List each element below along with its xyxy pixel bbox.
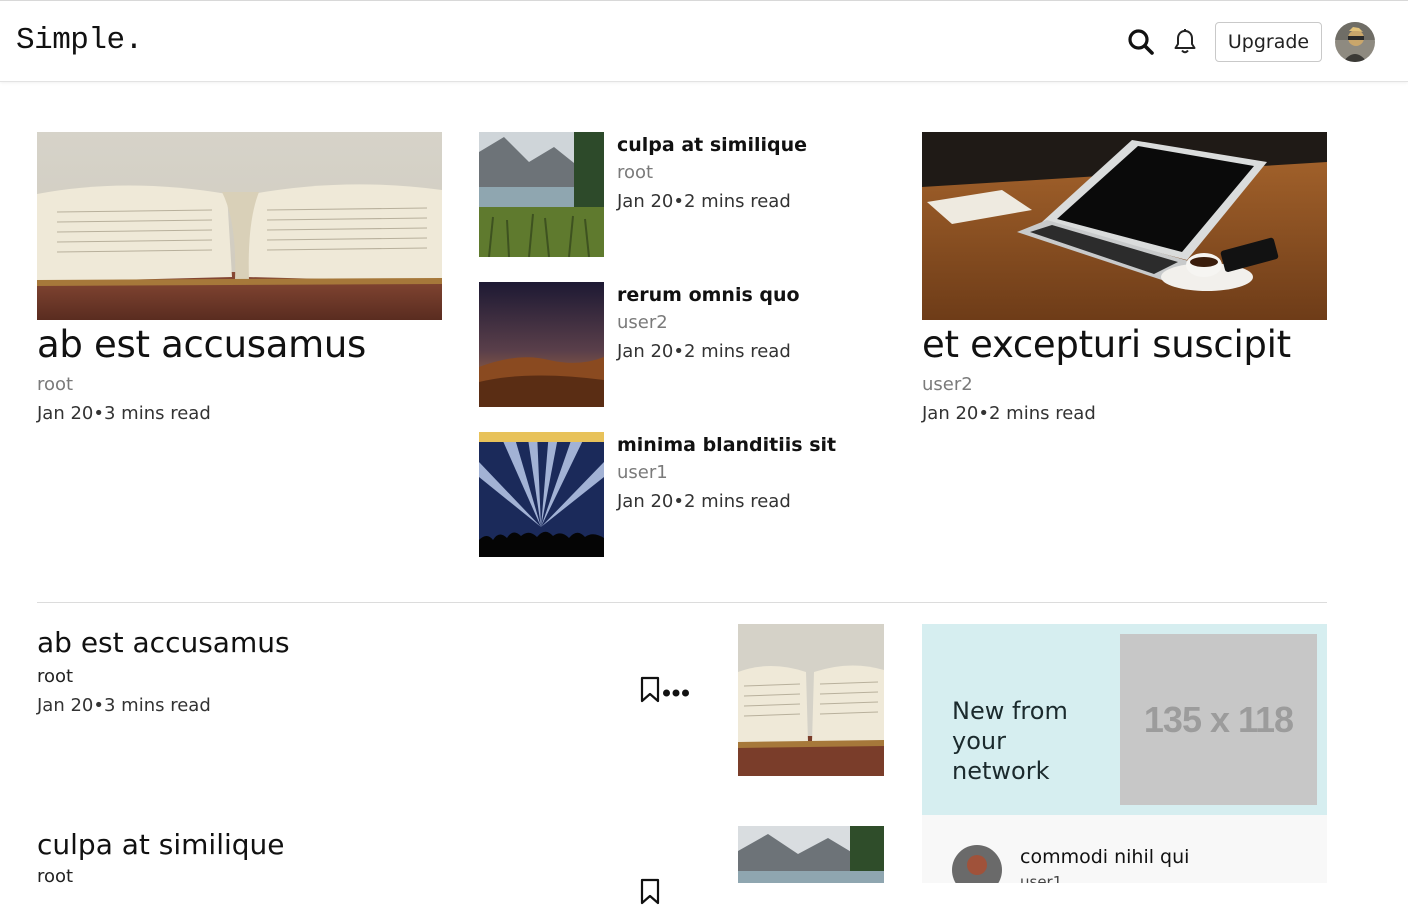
network-item-title[interactable]: commodi nihil qui [1020, 846, 1189, 868]
featured-right-meta: Jan 20•2 mins read [922, 403, 1096, 424]
featured-middle-meta-3: Jan 20•2 mins read [617, 491, 791, 512]
top-navbar: Simple. Upgrade [0, 0, 1408, 82]
bookmark-icon[interactable] [639, 878, 661, 906]
network-list: commodi nihil qui user1 [922, 815, 1327, 883]
featured-middle-author-1[interactable]: root [617, 162, 653, 183]
list-item-author-1[interactable]: root [37, 666, 73, 687]
featured-left-meta: Jan 20•3 mins read [37, 403, 211, 424]
featured-middle-title-3[interactable]: minima blanditiis sit [617, 434, 836, 456]
network-card: New from your network 135 x 118 [922, 624, 1327, 815]
featured-right-title[interactable]: et excepturi suscipit [922, 323, 1291, 366]
featured-middle-image-3[interactable] [479, 432, 604, 557]
upgrade-button[interactable]: Upgrade [1215, 22, 1322, 62]
list-item-author-2[interactable]: root [37, 866, 73, 887]
search-icon[interactable] [1126, 27, 1156, 57]
featured-left-title[interactable]: ab est accusamus [37, 323, 366, 366]
bookmark-icon[interactable] [639, 676, 661, 704]
list-item-image-2[interactable] [738, 826, 884, 883]
network-item-author[interactable]: user1 [1020, 873, 1062, 883]
bell-icon[interactable] [1170, 27, 1200, 57]
author-avatar[interactable] [952, 845, 1002, 883]
user-avatar[interactable] [1335, 22, 1375, 62]
featured-middle-meta-2: Jan 20•2 mins read [617, 341, 791, 362]
featured-left-author[interactable]: root [37, 374, 73, 395]
featured-middle-author-2[interactable]: user2 [617, 312, 668, 333]
placeholder-image: 135 x 118 [1120, 634, 1317, 805]
featured-middle-title-2[interactable]: rerum omnis quo [617, 284, 800, 306]
featured-left-image[interactable] [37, 132, 442, 320]
featured-right-image[interactable] [922, 132, 1327, 320]
featured-middle-meta-1: Jan 20•2 mins read [617, 191, 791, 212]
list-item-title-1[interactable]: ab est accusamus [37, 626, 290, 659]
featured-right-author[interactable]: user2 [922, 374, 973, 395]
list-item-meta-1: Jan 20•3 mins read [37, 695, 211, 716]
featured-middle-image-1[interactable] [479, 132, 604, 257]
list-item-image-1[interactable] [738, 624, 884, 776]
site-logo[interactable]: Simple. [16, 23, 143, 58]
more-icon[interactable] [662, 684, 690, 697]
network-card-heading: New from your network [952, 697, 1068, 785]
featured-middle-author-3[interactable]: user1 [617, 462, 668, 483]
section-divider [37, 602, 1327, 603]
featured-middle-image-2[interactable] [479, 282, 604, 407]
list-item-title-2[interactable]: culpa at similique [37, 828, 285, 861]
featured-middle-title-1[interactable]: culpa at similique [617, 134, 807, 156]
